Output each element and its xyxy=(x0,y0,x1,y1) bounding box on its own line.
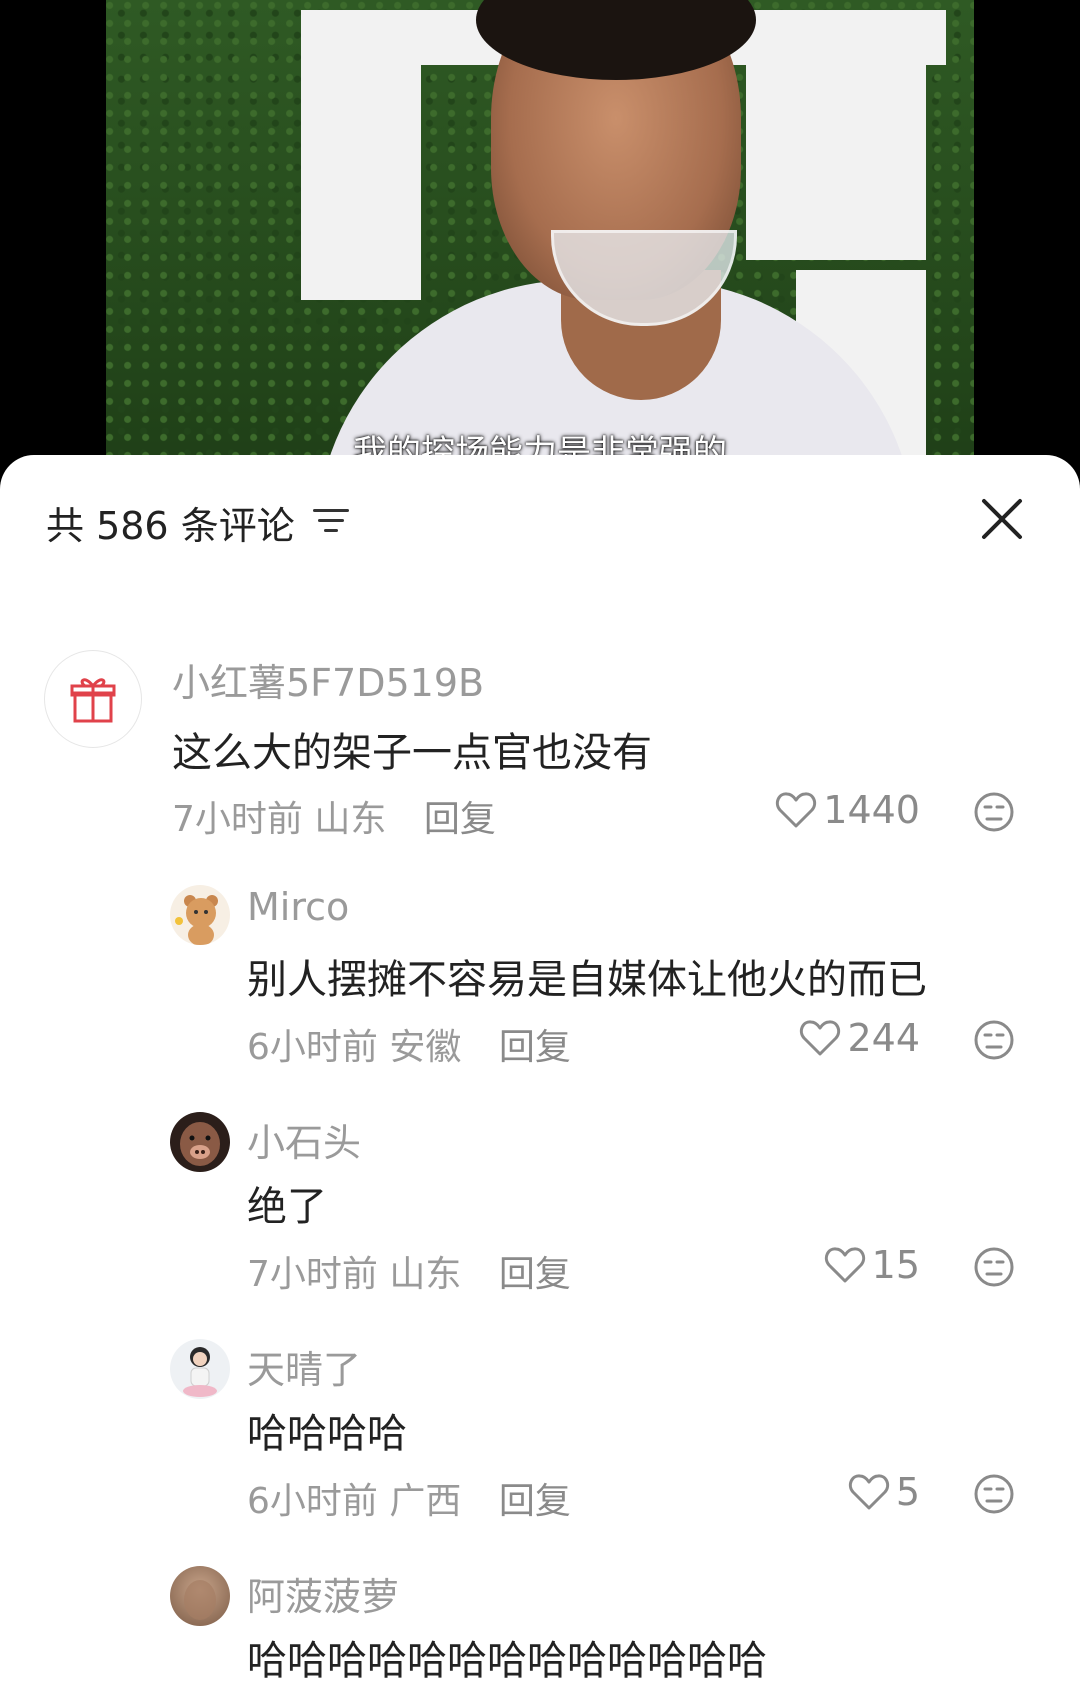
photo-avatar xyxy=(184,1580,216,1620)
comment-location: 广西 xyxy=(389,1481,462,1522)
sign-letter xyxy=(746,10,926,260)
like-count: 5 xyxy=(895,1470,920,1514)
comment-meta: 7小时前 山东 回复 xyxy=(247,1245,571,1297)
video-frame xyxy=(106,0,974,470)
comment-item: 小红薯5F7D519B 这么大的架子一点官也没有 7小时前 山东 回复 1440 xyxy=(0,650,1080,850)
avatar[interactable] xyxy=(44,650,142,748)
comment-time: 7小时前 xyxy=(172,799,303,840)
comment-meta: 6小时前 安徽 回复 xyxy=(247,1018,571,1070)
comment-item: Mirco 别人摆摊不容易是自媒体让他火的而已 6小时前 安徽 回复 244 xyxy=(0,885,1080,1085)
like-button[interactable]: 5 xyxy=(848,1470,920,1514)
reply-button[interactable]: 回复 xyxy=(499,1254,571,1295)
reply-button[interactable]: 回复 xyxy=(499,1027,571,1068)
bear-avatar xyxy=(175,895,218,945)
comment-username[interactable]: Mirco xyxy=(247,885,349,929)
like-count: 15 xyxy=(871,1243,920,1287)
comment-item: 阿菠菠萝 哈哈哈哈哈哈哈哈哈哈哈哈哈 xyxy=(0,1566,1080,1684)
emoji-reaction-icon[interactable] xyxy=(974,792,1014,832)
comment-text: 这么大的架子一点官也没有 xyxy=(172,730,652,776)
heart-icon xyxy=(800,1020,841,1056)
like-button[interactable]: 244 xyxy=(799,1016,920,1060)
comment-sheet: 共 586 条评论 小红薯5F7D519B 这么大的架子一点官也没有 7小时前 … xyxy=(0,455,1080,1684)
video-player[interactable]: 我的控场能力是非常强的 xyxy=(0,0,1080,470)
comment-count: 共 586 条评论 xyxy=(46,504,295,548)
comment-username[interactable]: 阿菠菠萝 xyxy=(247,1566,399,1621)
comment-username[interactable]: 小红薯5F7D519B xyxy=(172,652,484,707)
like-count: 244 xyxy=(847,1016,920,1060)
comment-location: 山东 xyxy=(314,799,387,840)
comment-item: 小石头 绝了 7小时前 山东 回复 15 xyxy=(0,1112,1080,1312)
comment-text: 绝了 xyxy=(247,1184,327,1230)
comment-meta: 6小时前 广西 回复 xyxy=(247,1472,571,1524)
comment-meta: 7小时前 山东 回复 xyxy=(172,790,496,842)
comment-location: 安徽 xyxy=(389,1027,462,1068)
comment-sheet-header: 共 586 条评论 xyxy=(0,455,1080,585)
reply-button[interactable]: 回复 xyxy=(499,1481,571,1522)
pig-avatar xyxy=(180,1122,220,1166)
close-icon[interactable] xyxy=(980,497,1024,541)
emoji-reaction-icon[interactable] xyxy=(974,1020,1014,1060)
emoji-reaction-icon[interactable] xyxy=(974,1247,1014,1287)
comment-time: 7小时前 xyxy=(247,1254,378,1295)
heart-icon xyxy=(776,792,817,828)
avatar[interactable] xyxy=(170,1339,230,1399)
filter-lines-icon[interactable] xyxy=(313,507,351,535)
like-button[interactable]: 15 xyxy=(824,1243,920,1287)
heart-icon xyxy=(824,1247,865,1283)
gift-icon xyxy=(70,678,116,723)
comment-username[interactable]: 天晴了 xyxy=(247,1339,361,1394)
heart-icon xyxy=(848,1474,889,1510)
emoji-reaction-icon[interactable] xyxy=(974,1474,1014,1514)
comment-text: 别人摆摊不容易是自媒体让他火的而已 xyxy=(247,957,927,1003)
avatar[interactable] xyxy=(170,885,230,945)
girl-avatar xyxy=(183,1347,217,1397)
reply-button[interactable]: 回复 xyxy=(424,799,496,840)
comment-time: 6小时前 xyxy=(247,1481,378,1522)
comment-text: 哈哈哈哈 xyxy=(247,1411,407,1457)
avatar[interactable] xyxy=(170,1112,230,1172)
comment-time: 6小时前 xyxy=(247,1027,378,1068)
comment-item: 天晴了 哈哈哈哈 6小时前 广西 回复 5 xyxy=(0,1339,1080,1539)
comment-text: 哈哈哈哈哈哈哈哈哈哈哈哈哈 xyxy=(247,1638,767,1684)
comment-username[interactable]: 小石头 xyxy=(247,1112,361,1167)
avatar[interactable] xyxy=(170,1566,230,1626)
like-button[interactable]: 1440 xyxy=(775,788,920,832)
sign-letter xyxy=(301,10,421,300)
like-count: 1440 xyxy=(823,788,920,832)
comment-location: 山东 xyxy=(389,1254,462,1295)
